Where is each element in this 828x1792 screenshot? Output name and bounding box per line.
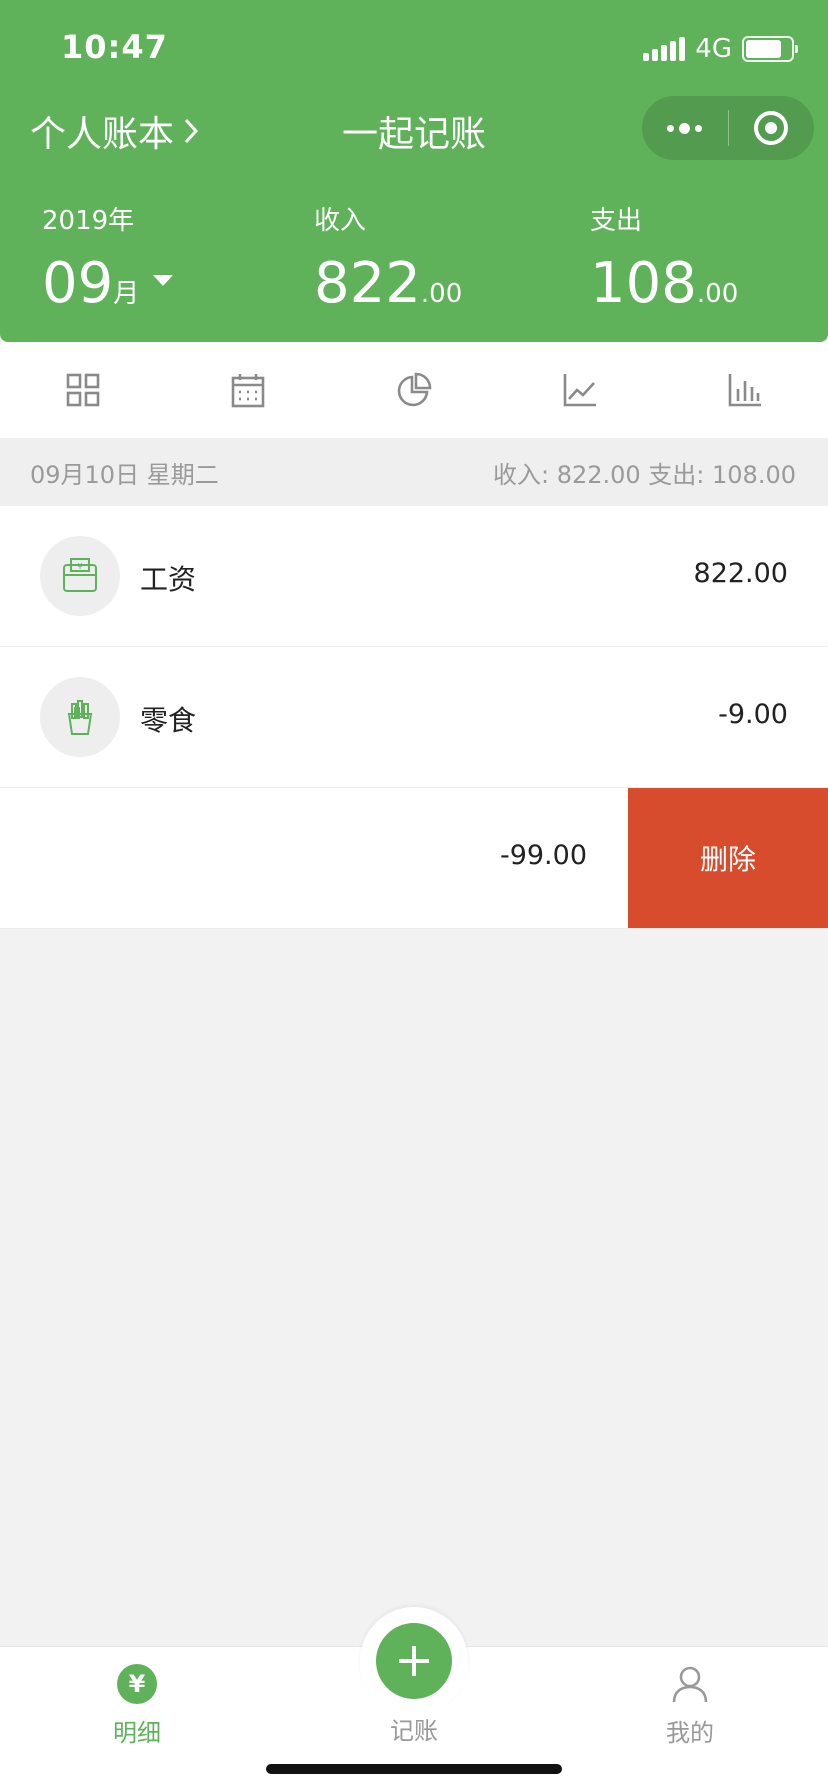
record-amount: -99.00 [499,840,587,871]
list-item[interactable]: ¥ 工资 822.00 [0,506,828,647]
view-toolbar [0,342,828,438]
tab-mine[interactable]: 我的 [620,1663,760,1748]
more-button[interactable] [642,96,728,160]
add-record-button[interactable] [360,1607,468,1715]
wallet-icon: ¥ [40,536,120,616]
income-summary: 收入 822.00 [314,200,462,316]
status-time: 10:47 [61,28,168,66]
delete-button[interactable]: 删除 [628,788,828,928]
record-amount: -9.00 [718,699,788,730]
grid-view-button[interactable] [0,342,166,438]
record-amount: 822.00 [693,558,788,589]
miniprogram-capsule [642,96,814,160]
snack-icon [40,677,120,757]
calendar-view-button[interactable] [166,342,332,438]
grid-icon [66,373,100,407]
calendar-icon [232,374,265,408]
bar-chart-icon [728,374,762,407]
bar-chart-view-button[interactable] [662,342,828,438]
more-dots-icon [667,122,703,134]
month-picker[interactable]: 2019年 09月 [42,200,174,316]
list-item[interactable]: 零食 -9.00 [0,647,828,788]
home-indicator [266,1764,562,1774]
group-totals: 收入: 822.00 支出: 108.00 [492,460,796,489]
tab-record[interactable]: 记账 [344,1711,484,1746]
pie-chart-icon [397,372,432,407]
target-icon [754,111,789,145]
month-value: 09月 [42,251,174,316]
line-chart-view-button[interactable] [497,342,663,438]
date-group-header: 09月10日 星期二 收入: 822.00 支出: 108.00 [0,438,828,506]
plus-icon [399,1646,429,1676]
battery-icon [742,36,798,62]
expense-label: 支出 [590,206,643,236]
status-indicators: 4G [643,34,798,64]
header: 10:47 4G 个人账本 一起记账 2019年 09月 收入 822.00 支… [0,0,828,342]
svg-text:¥: ¥ [77,562,82,571]
group-date: 09月10日 星期二 [30,460,219,489]
tab-record-label: 记账 [390,1717,438,1745]
tab-detail[interactable]: ¥ 明细 [67,1663,207,1748]
network-type: 4G [695,34,732,64]
yen-icon: ¥ [117,1664,157,1704]
expense-value: 108.00 [590,251,739,316]
line-chart-icon [563,374,596,407]
income-label: 收入 [314,206,367,236]
year-label: 2019年 [42,206,135,236]
tab-detail-label: 明细 [113,1719,161,1747]
record-category: 零食 [140,704,197,737]
user-icon [672,1666,708,1703]
dropdown-caret-icon [153,275,174,287]
close-miniprogram-button[interactable] [729,96,815,160]
record-category: 工资 [140,563,197,596]
signal-icon [643,37,686,61]
expense-summary: 支出 108.00 [590,200,738,316]
income-value: 822.00 [314,251,463,316]
tab-mine-label: 我的 [666,1719,714,1747]
list-item-swiped[interactable]: -99.00 删除 [0,788,828,929]
pie-chart-view-button[interactable] [331,342,497,438]
